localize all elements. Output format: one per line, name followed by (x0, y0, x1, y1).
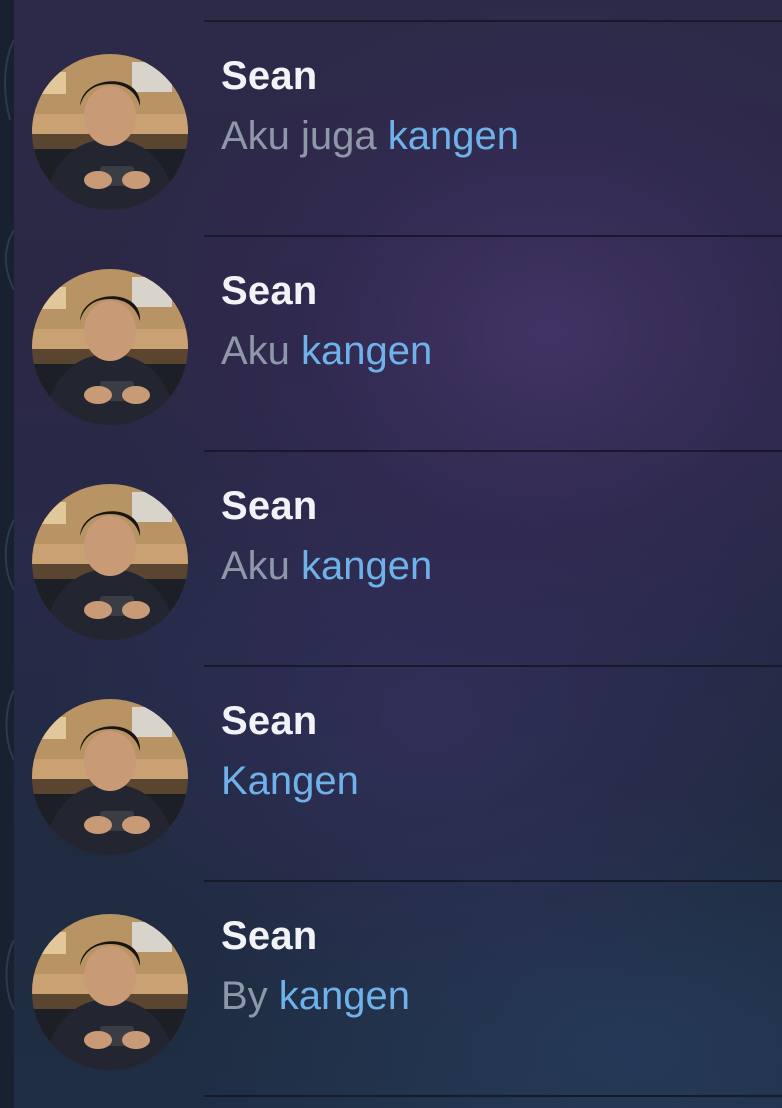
contact-avatar[interactable] (32, 484, 188, 640)
contact-photo-icon (32, 914, 188, 1070)
message-text: Aku (221, 329, 302, 373)
chat-list-item[interactable]: Sean Aku kangen (14, 215, 782, 429)
contact-avatar[interactable] (32, 699, 188, 855)
chat-list-item[interactable]: Sean Aku kangen (14, 430, 782, 644)
search-match: kangen (278, 974, 411, 1018)
contact-photo-icon (32, 699, 188, 855)
chat-search-results: Sean Aku juga kangen Sean Aku kangen Sea… (14, 0, 782, 1108)
message-preview: Aku kangen (221, 544, 432, 589)
contact-name: Sean (221, 699, 318, 743)
list-divider (204, 1095, 782, 1097)
message-text: Aku (221, 544, 302, 588)
contact-photo-icon (32, 54, 188, 210)
message-text: Aku juga (221, 114, 388, 158)
contact-photo-icon (32, 484, 188, 640)
contact-avatar[interactable] (32, 914, 188, 1070)
message-text: By (221, 974, 279, 1018)
contact-photo-icon (32, 269, 188, 425)
message-preview: By kangen (221, 974, 410, 1019)
message-preview: Aku kangen (221, 329, 432, 374)
search-match: kangen (301, 329, 433, 373)
contact-avatar[interactable] (32, 269, 188, 425)
contact-avatar[interactable] (32, 54, 188, 210)
chat-list-item[interactable]: Sean Aku juga kangen (14, 0, 782, 214)
chat-list-item[interactable]: Sean By kangen (14, 860, 782, 1074)
search-match: Kangen (221, 759, 359, 803)
contact-name: Sean (221, 914, 318, 958)
contact-name: Sean (221, 269, 318, 313)
search-match: kangen (387, 114, 520, 158)
contact-name: Sean (221, 484, 318, 528)
chat-list-item[interactable]: Sean Kangen (14, 645, 782, 859)
message-preview: Kangen (221, 759, 359, 804)
message-preview: Aku juga kangen (221, 114, 519, 159)
side-panel-edge (0, 0, 14, 1108)
search-match: kangen (301, 544, 433, 588)
contact-name: Sean (221, 54, 318, 98)
